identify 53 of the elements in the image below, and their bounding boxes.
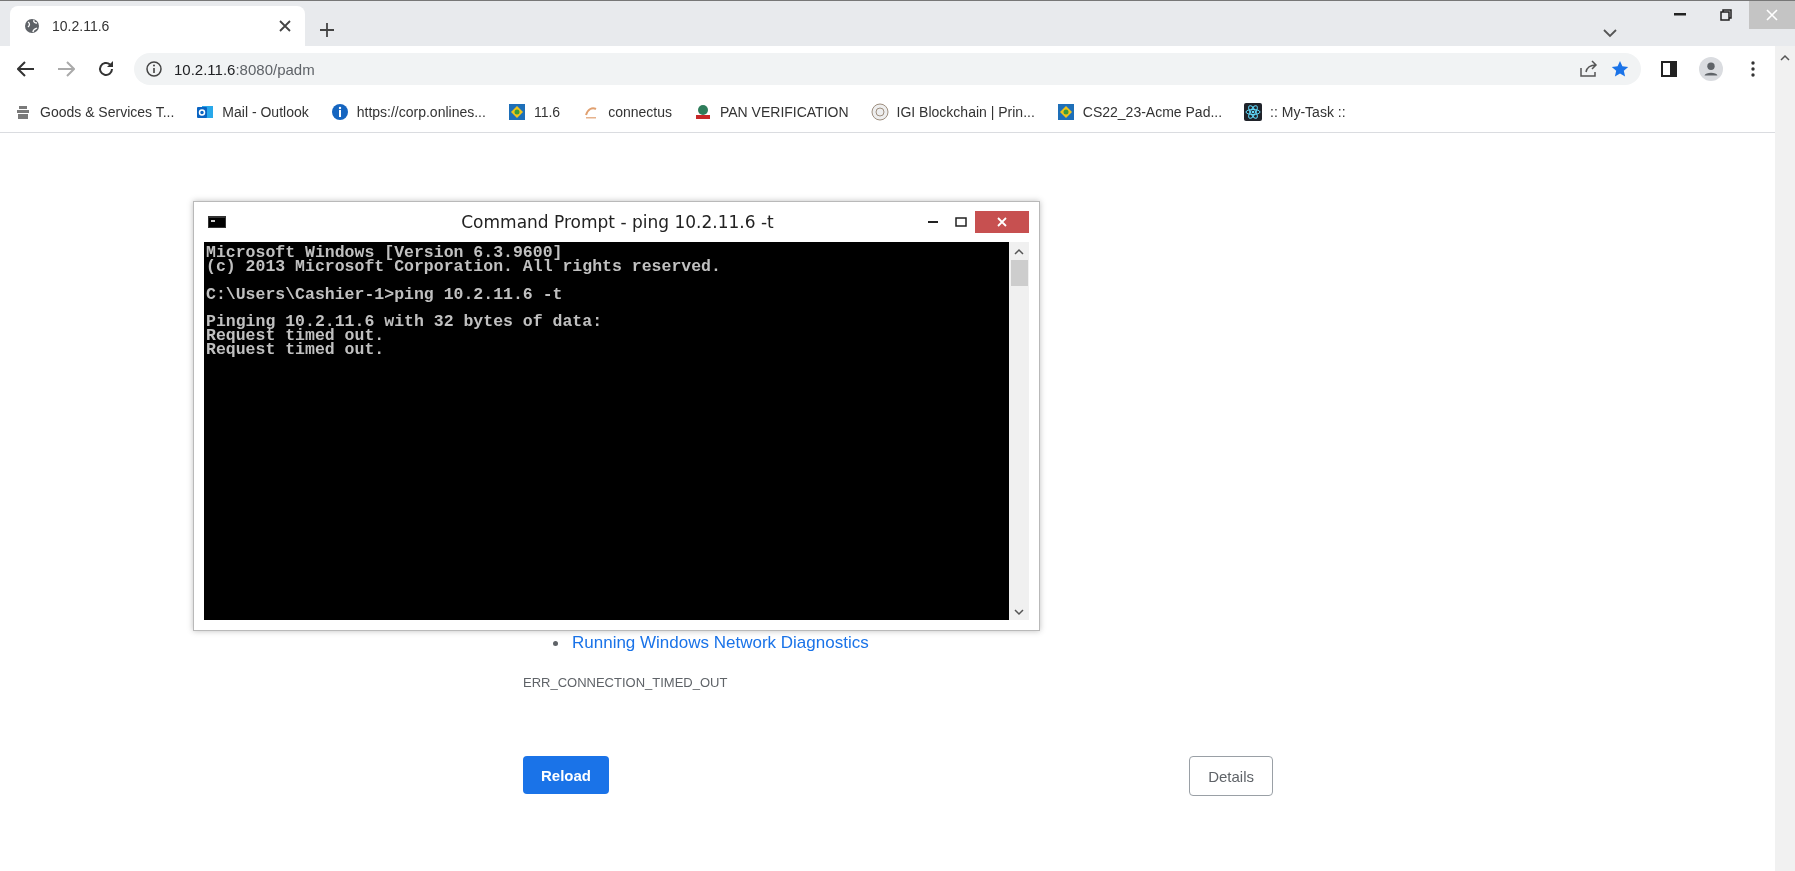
restore-icon[interactable] [1720,9,1732,21]
tab-search-button[interactable] [1603,28,1617,38]
console-line: Request timed out. [206,329,386,343]
scroll-thumb[interactable] [1010,260,1028,286]
bookmark[interactable]: connectus [582,103,672,121]
bookmark[interactable]: Mail - Outlook [196,103,309,121]
tile-icon [1056,103,1075,121]
window-title: Command Prompt - ping 10.2.11.6 -t [460,212,775,232]
scrollbar[interactable] [1775,46,1795,871]
reload-button[interactable]: Reload [523,756,609,794]
share-icon[interactable] [1579,60,1599,78]
seal-icon [693,103,712,121]
close-button[interactable] [975,211,1029,233]
console-line: C:\Users\Cashier-1>ping 10.2.11.6 -t [206,287,564,302]
bookmark[interactable]: PAN VERIFICATION [693,103,849,121]
console-line: Microsoft Windows [Version 6.3.9600] [206,246,564,260]
scroll-up-icon[interactable] [1014,248,1024,256]
bookmark[interactable]: 11.6 [507,103,561,121]
details-button[interactable]: Details [1189,756,1273,796]
browser-tab[interactable]: 10.2.11.6 [10,6,305,46]
minimize-icon[interactable] [1674,13,1686,17]
diagnostics-link[interactable]: Running Windows Network Diagnostics [572,633,869,653]
menu-icon[interactable] [1751,61,1755,77]
bookmark[interactable]: IGI Blockchain | Prin... [870,103,1035,121]
console-line: (c) 2013 Microsoft Corporation. All rights reserved. [206,260,722,274]
minimize-icon[interactable] [928,220,938,224]
atom-icon [1244,103,1263,121]
bookmark[interactable]: :: My-Task :: [1244,103,1346,121]
address-bar[interactable]: 10.2.11.6:8080/padm [134,53,1641,85]
badge-icon [870,103,889,121]
mail-icon [196,103,215,121]
console-icon [208,216,226,228]
console-line: Request timed out. [206,343,386,357]
bookmark[interactable]: https://corp.onlines... [330,103,486,121]
tile-icon [507,103,526,121]
scroll-down-icon[interactable] [1014,608,1024,616]
maximize-icon[interactable] [955,217,967,227]
new-tab-button[interactable] [319,22,335,38]
scrollbar[interactable] [1009,242,1029,620]
bookmark[interactable]: Goods & Services T... [14,103,175,121]
console-line: Pinging 10.2.11.6 with 32 bytes of data: [206,315,604,329]
error-code: ERR_CONNECTION_TIMED_OUT [523,675,729,690]
url-text: 10.2.11.6:8080/padm [174,60,315,78]
info-icon[interactable] [146,61,162,77]
profile-button[interactable] [1699,57,1723,81]
emblem-icon [14,103,32,121]
bookmark[interactable]: CS22_23-Acme Pad... [1056,103,1223,121]
star-icon[interactable] [1611,60,1629,78]
scroll-up-icon[interactable] [1780,54,1790,62]
globe-icon [24,18,40,34]
bullet-icon [553,640,558,646]
info-icon [330,103,349,121]
close-icon[interactable] [279,20,291,32]
